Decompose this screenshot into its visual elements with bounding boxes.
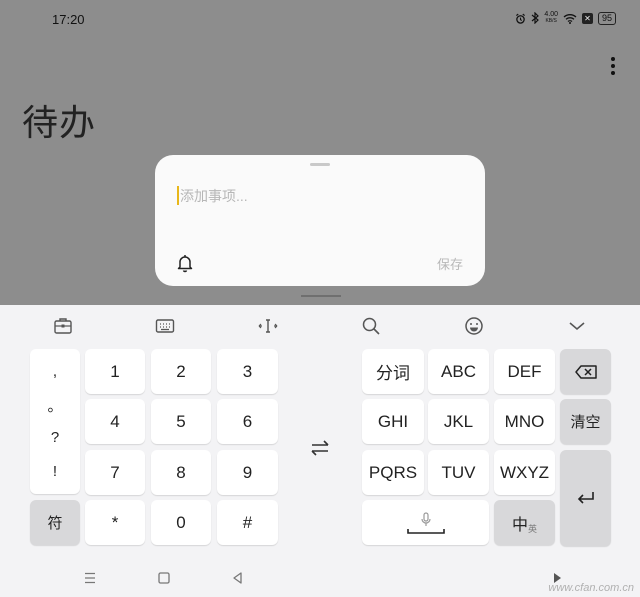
key-def[interactable]: DEF (494, 349, 555, 394)
clipboard-icon[interactable] (52, 315, 74, 337)
enter-icon (577, 492, 594, 504)
language-main-label: 中 (511, 516, 528, 534)
network-speed-unit: KB/S (545, 18, 557, 24)
todo-input[interactable]: 添加事项... (180, 186, 248, 206)
key-hash[interactable]: # (217, 500, 278, 545)
space-bar-icon (406, 528, 445, 534)
key-5[interactable]: 5 (151, 399, 211, 444)
key-1[interactable]: 1 (85, 349, 145, 394)
punctuation-period: 。 (47, 398, 63, 415)
network-speed: 4.00 KB/S (544, 11, 558, 25)
key-asterisk[interactable]: * (85, 500, 145, 545)
search-icon[interactable] (360, 315, 382, 337)
microphone-icon (420, 511, 431, 526)
backspace-key[interactable] (560, 349, 611, 394)
enter-key[interactable] (560, 450, 611, 546)
key-pqrs[interactable]: PQRS (362, 450, 424, 495)
key-segment[interactable]: 分词 (362, 349, 424, 394)
punctuation-exclamation: ! (52, 463, 58, 480)
network-speed-value: 4.00 (544, 11, 558, 18)
key-jkl[interactable]: JKL (428, 399, 489, 444)
key-7[interactable]: 7 (85, 450, 145, 495)
bell-icon[interactable] (176, 253, 194, 273)
keyboard: , 。 ? ! 符 1 2 3 4 5 6 7 8 9 * 0 # 分词 ABC… (0, 305, 640, 597)
new-todo-dialog: 添加事项... 保存 (155, 155, 485, 286)
menu-icon[interactable] (82, 570, 98, 586)
punctuation-comma: , (52, 363, 58, 380)
home-icon[interactable] (156, 570, 172, 586)
emoji-icon[interactable] (463, 315, 485, 337)
cursor-icon[interactable] (257, 315, 279, 337)
wifi-icon (563, 13, 577, 24)
status-bar: 17:20 4.00 KB/S ✕ 95 (0, 0, 640, 40)
key-9[interactable]: 9 (217, 450, 278, 495)
key-2[interactable]: 2 (151, 349, 211, 394)
watermark: www.cfan.com.cn (548, 582, 634, 594)
navigation-bar: www.cfan.com.cn (0, 560, 640, 597)
key-mno[interactable]: MNO (494, 399, 555, 444)
bluetooth-icon (531, 12, 540, 24)
dialog-drag-handle[interactable] (310, 163, 330, 166)
text-caret (177, 186, 179, 205)
symbol-key[interactable]: 符 (30, 500, 80, 545)
alarm-icon (516, 13, 526, 24)
key-6[interactable]: 6 (217, 399, 278, 444)
key-ghi[interactable]: GHI (362, 399, 424, 444)
back-icon[interactable] (230, 570, 246, 586)
punctuation-question: ? (50, 429, 60, 446)
key-4[interactable]: 4 (85, 399, 145, 444)
language-switch-key[interactable]: 中 英 (494, 500, 555, 545)
sheet-tab (301, 286, 341, 297)
language-sub-label: 英 (528, 524, 538, 534)
key-8[interactable]: 8 (151, 450, 211, 495)
keyboard-icon[interactable] (154, 315, 176, 337)
punctuation-key[interactable]: , 。 ? ! (30, 349, 80, 494)
chevron-down-icon[interactable] (566, 315, 588, 337)
swap-keyboard-icon[interactable] (309, 437, 331, 459)
key-tuv[interactable]: TUV (428, 450, 489, 495)
key-3[interactable]: 3 (217, 349, 278, 394)
clear-key[interactable]: 清空 (560, 399, 611, 444)
status-time: 17:20 (52, 12, 85, 27)
status-icons: 4.00 KB/S ✕ 95 (515, 11, 616, 25)
key-abc[interactable]: ABC (428, 349, 489, 394)
no-sim-icon: ✕ (581, 12, 593, 24)
key-wxyz[interactable]: WXYZ (494, 450, 555, 495)
save-button[interactable]: 保存 (437, 254, 463, 273)
key-0[interactable]: 0 (151, 500, 211, 545)
space-key[interactable] (362, 500, 489, 545)
more-options-icon[interactable] (610, 57, 616, 75)
page-title: 待办 (22, 103, 97, 144)
battery-indicator: 95 (597, 11, 616, 25)
backspace-icon (574, 364, 597, 379)
